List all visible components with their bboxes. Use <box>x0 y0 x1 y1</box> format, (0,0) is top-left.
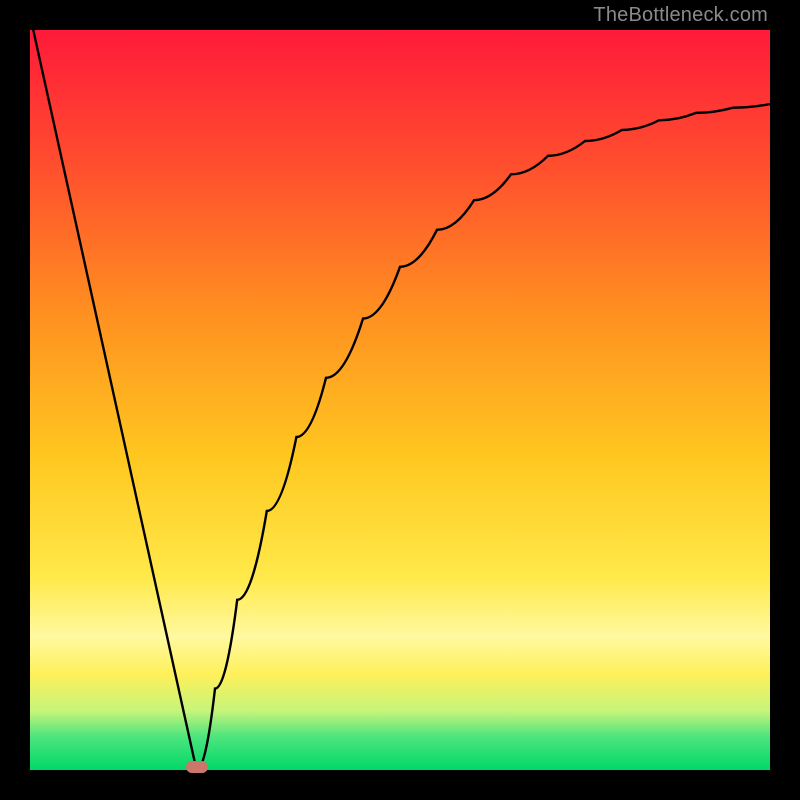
gradient-rect <box>30 30 770 770</box>
gradient-plot <box>30 30 770 770</box>
plot-frame <box>30 30 770 770</box>
minimum-marker <box>186 761 208 773</box>
watermark-text: TheBottleneck.com <box>593 4 768 27</box>
